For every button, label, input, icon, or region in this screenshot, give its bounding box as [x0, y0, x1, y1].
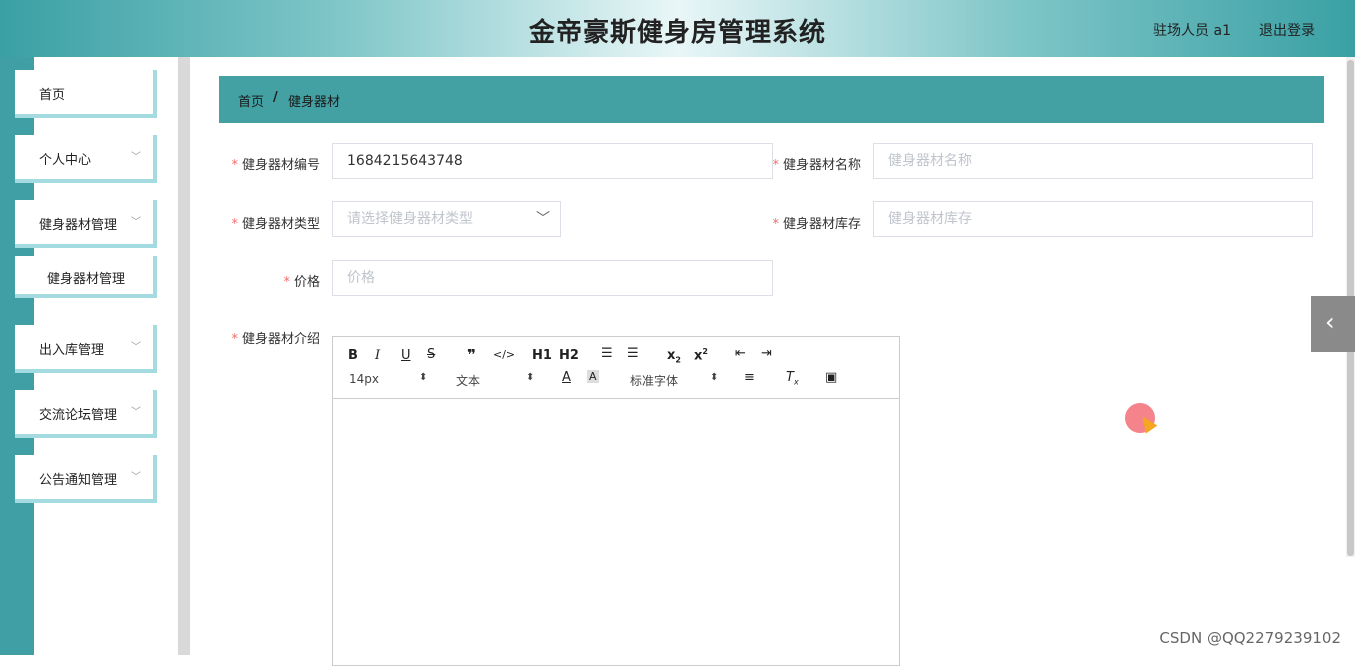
chevron-down-icon: ﹀: [131, 217, 141, 228]
sidebar-item-personal-center[interactable]: 个人中心 ﹀: [15, 135, 157, 183]
bold-icon[interactable]: B: [348, 348, 358, 363]
intro-label-text: 健身器材介绍: [241, 332, 320, 347]
background-color-icon[interactable]: A: [587, 370, 599, 383]
clear-format-icon[interactable]: Tx: [786, 370, 799, 387]
stock-label: * 健身器材库存: [740, 213, 861, 232]
sidebar-item-label: 公告通知管理: [39, 473, 118, 488]
watermark: CSDN @QQ2279239102: [1159, 629, 1341, 647]
required-mark: *: [283, 275, 290, 290]
required-mark: *: [231, 158, 238, 173]
font-family-select[interactable]: 标准字体 ⬍: [630, 372, 720, 389]
chevron-down-icon: ﹀: [131, 407, 141, 418]
chevron-left-icon: ‹: [1325, 308, 1335, 336]
sidebar-subitem-equipment-management[interactable]: 健身器材管理: [15, 256, 157, 298]
heading-2-icon[interactable]: H2: [559, 348, 579, 363]
required-mark: *: [231, 332, 238, 347]
sidebar-item-equipment-management[interactable]: 健身器材管理 ﹀: [15, 200, 157, 248]
code-input[interactable]: 1684215643748: [332, 143, 773, 179]
stock-placeholder: 健身器材库存: [888, 211, 972, 227]
font-size-value: 14px: [349, 372, 379, 386]
editor-toolbar: B I U S ❞ </> H1 H2 ☰ ☰ x2 x2 ⇤ ⇥ 14px ⬍…: [333, 337, 899, 399]
breadcrumb-home[interactable]: 首页: [238, 91, 264, 110]
font-size-select[interactable]: 14px ⬍: [349, 372, 429, 386]
sidebar-item-forum-management[interactable]: 交流论坛管理 ﹀: [15, 390, 157, 438]
type-placeholder: 请选择健身器材类型: [347, 211, 473, 227]
breadcrumb: 首页 / 健身器材: [219, 76, 1324, 123]
app-header: 金帝豪斯健身房管理系统 驻场人员 a1 退出登录: [0, 0, 1355, 57]
blockquote-icon[interactable]: ❞: [467, 346, 476, 364]
sidebar-item-label: 健身器材管理: [39, 218, 118, 233]
rich-text-editor: B I U S ❞ </> H1 H2 ☰ ☰ x2 x2 ⇤ ⇥ 14px ⬍…: [332, 336, 900, 666]
current-user: 驻场人员 a1: [1153, 23, 1231, 39]
ordered-list-icon[interactable]: ☰: [601, 346, 613, 361]
sidebar-item-label: 交流论坛管理: [39, 408, 118, 423]
type-label-text: 健身器材类型: [241, 217, 320, 232]
required-mark: *: [231, 217, 238, 232]
code-value: 1684215643748: [347, 153, 463, 169]
heading-1-icon[interactable]: H1: [532, 348, 552, 363]
breadcrumb-current: 健身器材: [288, 95, 341, 110]
name-label: * 健身器材名称: [740, 154, 861, 173]
type-select[interactable]: 请选择健身器材类型 ﹀: [332, 201, 561, 237]
select-arrows-icon: ⬍: [710, 372, 719, 383]
price-label: * 价格: [200, 271, 320, 290]
underline-icon[interactable]: U: [401, 348, 411, 363]
select-arrows-icon: ⬍: [526, 372, 535, 383]
stock-input[interactable]: 健身器材库存: [873, 201, 1313, 237]
breadcrumb-separator: /: [273, 90, 278, 105]
chevron-down-icon: ﹀: [131, 342, 141, 353]
type-label: * 健身器材类型: [200, 213, 320, 232]
price-label-text: 价格: [293, 275, 320, 290]
sidebar-item-notice-management[interactable]: 公告通知管理 ﹀: [15, 455, 157, 503]
chevron-down-icon: ﹀: [131, 152, 141, 163]
code-label-text: 健身器材编号: [241, 158, 320, 173]
collapse-panel-button[interactable]: ‹: [1311, 296, 1355, 352]
app-title: 金帝豪斯健身房管理系统: [528, 18, 826, 48]
font-color-icon[interactable]: A: [562, 370, 571, 385]
logout-link[interactable]: 退出登录: [1259, 20, 1315, 40]
sidebar-divider: [178, 57, 190, 655]
required-mark: *: [772, 158, 779, 173]
font-family-value: 标准字体: [630, 374, 679, 388]
indent-icon[interactable]: ⇥: [761, 346, 772, 361]
italic-icon[interactable]: I: [375, 348, 380, 363]
text-style-value: 文本: [456, 374, 481, 388]
price-input[interactable]: 价格: [332, 260, 773, 296]
price-placeholder: 价格: [347, 270, 375, 286]
name-input[interactable]: 健身器材名称: [873, 143, 1313, 179]
text-style-select[interactable]: 文本 ⬍: [456, 372, 536, 389]
bullet-list-icon[interactable]: ☰: [627, 346, 639, 361]
sidebar-item-stock-io-management[interactable]: 出入库管理 ﹀: [15, 325, 157, 373]
stock-label-text: 健身器材库存: [782, 217, 861, 232]
superscript-icon[interactable]: x2: [694, 347, 708, 363]
chevron-down-icon: ﹀: [536, 211, 550, 227]
sidebar-item-home[interactable]: 首页: [15, 70, 157, 118]
sidebar-item-label: 个人中心: [39, 153, 92, 168]
intro-label: * 健身器材介绍: [200, 328, 320, 347]
name-placeholder: 健身器材名称: [888, 153, 972, 169]
sidebar-item-label: 出入库管理: [39, 343, 105, 358]
code-label: * 健身器材编号: [200, 154, 320, 173]
outdent-icon[interactable]: ⇤: [735, 346, 746, 361]
select-arrows-icon: ⬍: [419, 372, 428, 383]
image-icon[interactable]: ▣: [825, 370, 837, 385]
code-block-icon[interactable]: </>: [493, 348, 515, 361]
chevron-down-icon: ﹀: [131, 472, 141, 483]
sidebar-item-label: 健身器材管理: [47, 272, 126, 287]
required-mark: *: [772, 217, 779, 232]
subscript-icon[interactable]: x2: [667, 348, 681, 365]
align-icon[interactable]: ≡: [744, 370, 755, 385]
strikethrough-icon[interactable]: S: [427, 347, 435, 362]
name-label-text: 健身器材名称: [782, 158, 861, 173]
sidebar-item-label: 首页: [39, 88, 66, 103]
